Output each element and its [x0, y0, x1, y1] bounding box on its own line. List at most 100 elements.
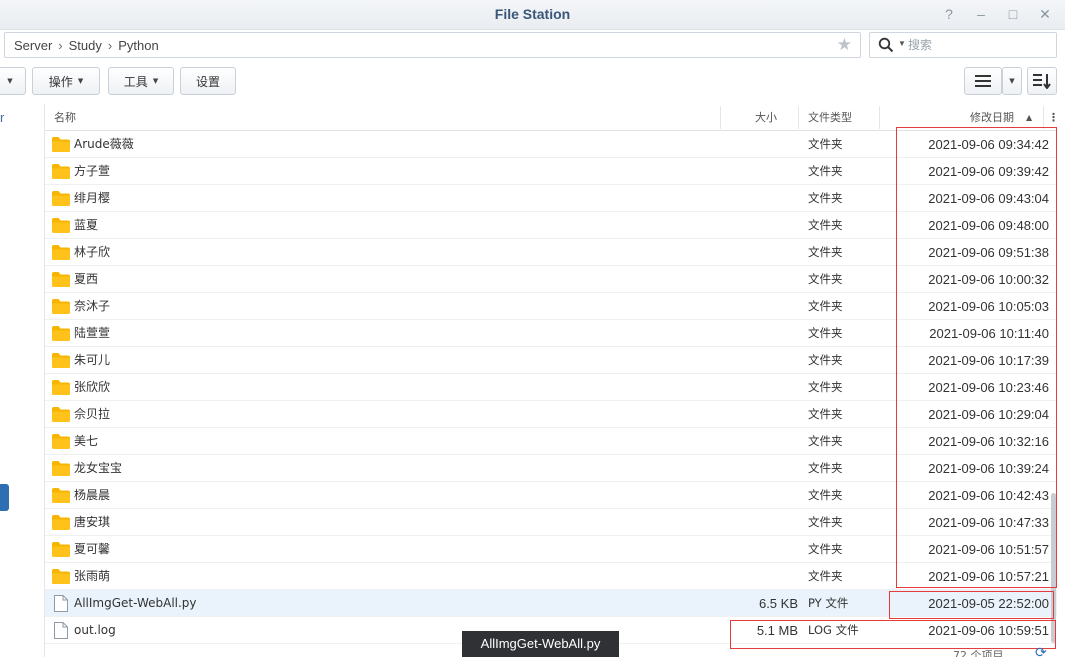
actions-label: 操作	[48, 74, 73, 89]
close-icon[interactable]: ✕	[1034, 4, 1056, 24]
settings-label: 设置	[195, 74, 220, 89]
file-type: 文件夹	[808, 218, 843, 232]
folder-row[interactable]: 夏可馨 文件夹 2021-09-06 10:51:57	[45, 536, 1057, 563]
folder-row[interactable]: 林子欣 文件夹 2021-09-06 09:51:38	[45, 239, 1057, 266]
breadcrumb-item-python[interactable]: Python	[118, 38, 158, 53]
left-nav-selected-item[interactable]	[0, 484, 9, 511]
sort-ascending-icon: ▲	[1026, 113, 1033, 122]
file-modified-date: 2021-09-06 09:51:38	[928, 245, 1049, 260]
maximize-icon[interactable]: □	[1002, 4, 1024, 24]
folder-row[interactable]: 方子萱 文件夹 2021-09-06 09:39:42	[45, 158, 1057, 185]
column-header-modified[interactable]: 修改日期	[970, 104, 1014, 131]
search-box[interactable]: ▼	[869, 32, 1057, 58]
folder-icon	[52, 191, 70, 209]
search-options-caret-icon[interactable]: ▼	[898, 39, 906, 48]
folder-row[interactable]: 蓝夏 文件夹 2021-09-06 09:48:00	[45, 212, 1057, 239]
file-name: 朱可儿	[74, 353, 111, 367]
chevron-down-icon: ▼	[7, 77, 13, 85]
file-modified-date: 2021-09-06 10:32:16	[928, 434, 1049, 449]
refresh-icon[interactable]: ⟳	[1035, 644, 1047, 657]
sort-button[interactable]	[1027, 67, 1057, 95]
folder-icon	[52, 380, 70, 398]
scrollbar-thumb[interactable]	[1051, 493, 1056, 643]
tools-button[interactable]: 工具 ▼	[108, 67, 174, 95]
file-list-header: 名称 大小 文件类型 修改日期 ▲ ⋮	[45, 104, 1057, 131]
column-divider[interactable]	[720, 106, 721, 129]
breadcrumb: Server › Study › Python	[14, 38, 159, 53]
file-name: 佘贝拉	[74, 407, 111, 421]
file-size: 6.5 KB	[758, 596, 798, 611]
folder-row[interactable]: 美七 文件夹 2021-09-06 10:32:16	[45, 428, 1057, 455]
file-type: 文件夹	[808, 434, 843, 448]
file-modified-date: 2021-09-06 09:39:42	[928, 164, 1049, 179]
folder-row[interactable]: 龙女宝宝 文件夹 2021-09-06 10:39:24	[45, 455, 1057, 482]
file-type: 文件夹	[808, 164, 843, 178]
minimize-icon[interactable]: –	[970, 4, 992, 24]
file-modified-date: 2021-09-06 10:23:46	[928, 380, 1049, 395]
column-divider[interactable]	[798, 106, 799, 129]
help-icon[interactable]: ?	[938, 4, 960, 24]
file-name: 林子欣	[74, 245, 111, 259]
search-icon[interactable]	[878, 37, 894, 53]
folder-row[interactable]: Arude薇薇 文件夹 2021-09-06 09:34:42	[45, 131, 1057, 158]
settings-button[interactable]: 设置	[180, 67, 236, 95]
list-view-button[interactable]	[964, 67, 1002, 95]
folder-row[interactable]: 佘贝拉 文件夹 2021-09-06 10:29:04	[45, 401, 1057, 428]
folder-icon	[52, 434, 70, 452]
file-modified-date: 2021-09-06 10:59:51	[928, 623, 1049, 638]
file-row[interactable]: AllImgGet-WebAll.py 6.5 KB PY 文件 2021-09-05…	[45, 590, 1057, 617]
folder-row[interactable]: 张欣欣 文件夹 2021-09-06 10:23:46	[45, 374, 1057, 401]
file-modified-date: 2021-09-06 09:43:04	[928, 191, 1049, 206]
folder-icon	[52, 461, 70, 479]
column-divider[interactable]	[879, 106, 880, 129]
folder-row[interactable]: 绯月樱 文件夹 2021-09-06 09:43:04	[45, 185, 1057, 212]
folder-icon	[52, 272, 70, 290]
file-modified-date: 2021-09-06 10:51:57	[928, 542, 1049, 557]
star-icon[interactable]: ★	[837, 35, 852, 55]
file-icon	[54, 622, 68, 642]
file-name: out.log	[74, 623, 116, 637]
file-name: 蓝夏	[74, 218, 99, 232]
folder-row[interactable]: 夏西 文件夹 2021-09-06 10:00:32	[45, 266, 1057, 293]
back-menu-button[interactable]: ▼	[0, 67, 26, 95]
column-header-name[interactable]: 名称	[54, 104, 76, 131]
breadcrumb-item-study[interactable]: Study	[69, 38, 102, 53]
window-title: File Station	[494, 6, 571, 22]
folder-icon	[52, 488, 70, 506]
column-options-icon[interactable]: ⋮	[1048, 104, 1057, 131]
folder-icon	[52, 569, 70, 587]
folder-icon	[52, 326, 70, 344]
breadcrumb-item-server[interactable]: Server	[14, 38, 52, 53]
folder-icon	[52, 164, 70, 182]
file-type: 文件夹	[808, 353, 843, 367]
file-type: 文件夹	[808, 245, 843, 259]
folder-icon	[52, 137, 70, 155]
actions-button[interactable]: 操作 ▼	[32, 67, 100, 95]
file-type: 文件夹	[808, 407, 843, 421]
file-type: LOG 文件	[808, 623, 859, 637]
file-name: Arude薇薇	[74, 137, 134, 151]
chevron-right-icon: ›	[58, 38, 63, 53]
folder-icon	[52, 299, 70, 317]
address-bar[interactable]: Server › Study › Python ★	[4, 32, 861, 58]
file-type: 文件夹	[808, 326, 843, 340]
search-input[interactable]	[908, 36, 1048, 54]
file-modified-date: 2021-09-06 10:11:40	[929, 326, 1049, 341]
column-divider[interactable]	[1043, 106, 1044, 129]
folder-row[interactable]: 陆萱萱 文件夹 2021-09-06 10:11:40	[45, 320, 1057, 347]
column-header-type[interactable]: 文件类型	[808, 104, 852, 131]
folder-row[interactable]: 张雨萌 文件夹 2021-09-06 10:57:21	[45, 563, 1057, 590]
view-options-dropdown[interactable]: ▼	[1002, 67, 1022, 95]
chevron-down-icon: ▼	[1009, 77, 1015, 85]
folder-row[interactable]: 朱可儿 文件夹 2021-09-06 10:17:39	[45, 347, 1057, 374]
column-header-size[interactable]: 大小	[755, 104, 777, 131]
file-name: 夏西	[74, 272, 99, 286]
vertical-scrollbar[interactable]	[1050, 131, 1058, 657]
file-size: 5.1 MB	[756, 623, 798, 638]
folder-row[interactable]: 杨晨晨 文件夹 2021-09-06 10:42:43	[45, 482, 1057, 509]
folder-row[interactable]: 唐安琪 文件夹 2021-09-06 10:47:33	[45, 509, 1057, 536]
folder-icon	[52, 542, 70, 560]
chevron-right-icon: ›	[107, 38, 113, 53]
folder-row[interactable]: 奈沐子 文件夹 2021-09-06 10:05:03	[45, 293, 1057, 320]
file-modified-date: 2021-09-06 10:42:43	[928, 488, 1049, 503]
